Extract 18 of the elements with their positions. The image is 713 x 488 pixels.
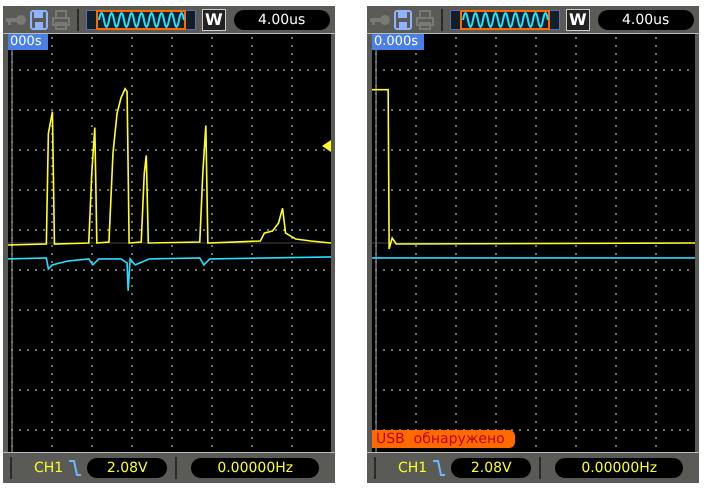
time-offset-label: 0.000s [372, 34, 424, 50]
falling-edge-icon [432, 459, 446, 477]
usb-notice: USB обнаружено [372, 430, 515, 448]
waveform-overview[interactable] [86, 10, 196, 30]
trigger-level-value: 2.08V [87, 458, 168, 478]
time-offset-label: 000s [8, 34, 48, 50]
waveform-overview[interactable] [450, 10, 560, 30]
trigger-level-value: 2.08V [451, 458, 532, 478]
trigger-level-marker [322, 140, 331, 152]
channel-label: CH1 [34, 460, 64, 476]
mode-indicator: W [202, 8, 226, 30]
timebase-value: 4.00us [598, 10, 694, 30]
timebase-value: 4.00us [234, 10, 330, 30]
frequency-value: 0.00000Hz [555, 458, 684, 478]
falling-edge-icon [68, 459, 82, 477]
frequency-value: 0.00000Hz [191, 458, 320, 478]
mode-indicator: W [566, 8, 590, 30]
channel-label: CH1 [398, 460, 428, 476]
